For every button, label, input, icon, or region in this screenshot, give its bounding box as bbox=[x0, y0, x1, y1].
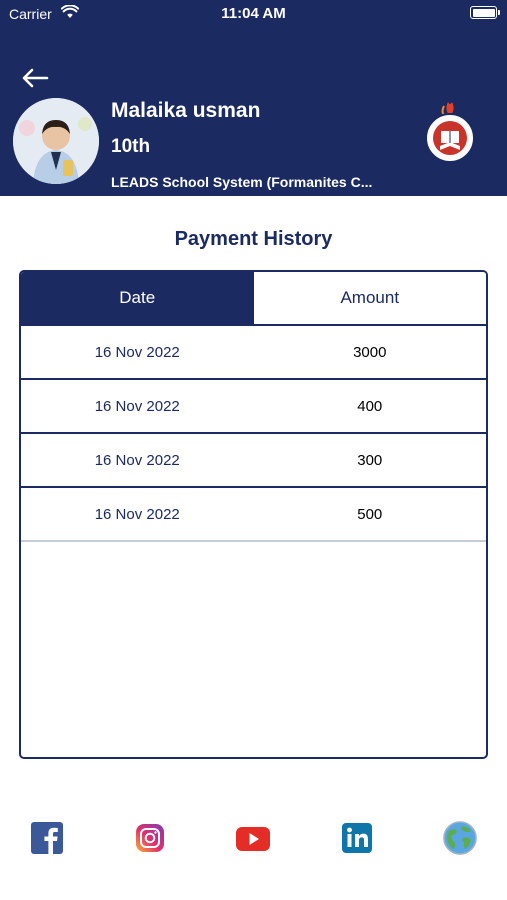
table-header: Date Amount bbox=[21, 272, 486, 326]
student-class: 10th bbox=[111, 136, 151, 157]
table-row: 16 Nov 2022 400 bbox=[21, 380, 486, 434]
facebook-icon[interactable] bbox=[29, 820, 65, 856]
school-name: LEADS School System (Formanites C... bbox=[111, 174, 373, 190]
clock: 11:04 AM bbox=[221, 5, 286, 22]
row-date: 16 Nov 2022 bbox=[94, 505, 180, 523]
payment-history-table: Date Amount 16 Nov 2022 3000 16 Nov 2022… bbox=[19, 270, 488, 759]
amount-column-header: Amount bbox=[253, 272, 486, 324]
instagram-icon[interactable] bbox=[132, 820, 168, 856]
table-row: 16 Nov 2022 300 bbox=[21, 434, 486, 488]
table-row: 16 Nov 2022 500 bbox=[21, 488, 486, 542]
table-row: 16 Nov 2022 3000 bbox=[21, 326, 486, 380]
linkedin-icon[interactable] bbox=[339, 820, 375, 856]
youtube-icon[interactable] bbox=[235, 820, 271, 856]
battery-icon bbox=[470, 6, 500, 19]
page-title: Payment History bbox=[174, 228, 333, 250]
student-name: Malaika usman bbox=[111, 99, 261, 122]
row-date: 16 Nov 2022 bbox=[94, 397, 180, 415]
row-amount: 500 bbox=[357, 505, 383, 523]
row-date: 16 Nov 2022 bbox=[94, 451, 180, 469]
date-column-header: Date bbox=[21, 272, 254, 324]
row-amount: 400 bbox=[357, 397, 383, 415]
row-amount: 300 bbox=[357, 451, 383, 469]
status-bar: Carrier 11:04 AM bbox=[0, 0, 507, 28]
avatar bbox=[13, 98, 99, 184]
row-date: 16 Nov 2022 bbox=[94, 343, 180, 361]
back-arrow-icon[interactable] bbox=[20, 66, 50, 90]
row-amount: 3000 bbox=[353, 343, 387, 361]
globe-icon[interactable] bbox=[442, 820, 478, 856]
social-links-bar bbox=[0, 820, 507, 860]
school-logo-icon bbox=[425, 102, 475, 163]
profile-header: Carrier 11:04 AM Malaika usman 10th LEAD… bbox=[0, 0, 507, 196]
